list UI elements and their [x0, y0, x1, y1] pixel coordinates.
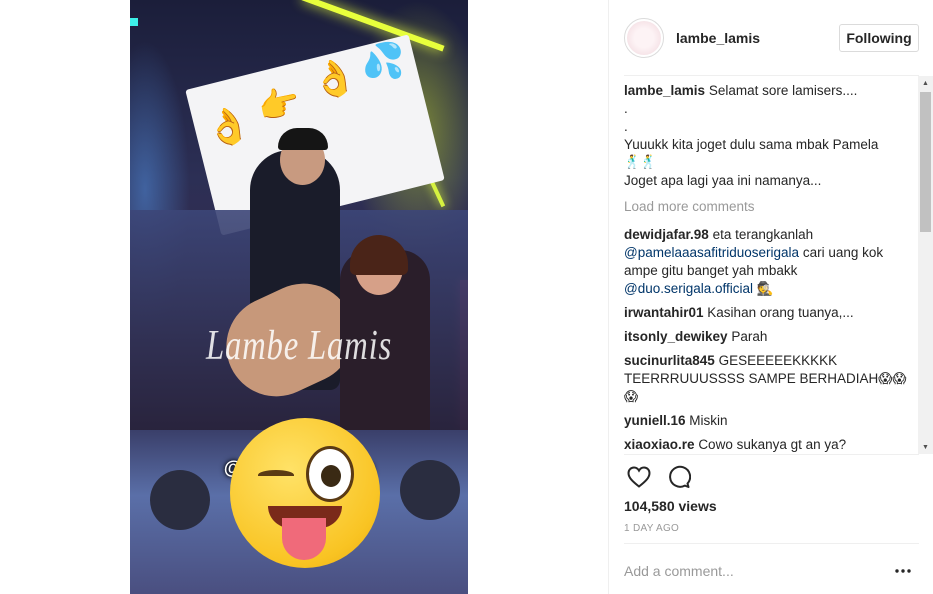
cyan-marker: [130, 18, 138, 26]
sweat-drops-emoji-icon: 💦: [362, 41, 405, 81]
comment-username[interactable]: xiaoxiao.re: [624, 437, 695, 452]
comment-icon[interactable]: [664, 462, 694, 492]
scrollbar-thumb[interactable]: [920, 92, 931, 232]
emoji-tongue: [282, 518, 326, 560]
load-more-comments-link[interactable]: Load more comments: [624, 198, 919, 216]
caption: lambe_lamis Selamat sore lamisers.... . …: [624, 82, 919, 190]
comment-username[interactable]: irwantahir01: [624, 305, 704, 320]
comments-scrollbar[interactable]: ▲ ▼: [918, 76, 933, 454]
caption-line: .: [624, 119, 628, 134]
comment-username[interactable]: sucinurlita845: [624, 353, 715, 368]
caption-line: Selamat sore lamisers....: [708, 83, 858, 98]
caption-line: Joget apa lagi yaa ini namanya...: [624, 173, 822, 188]
following-button[interactable]: Following: [839, 24, 919, 52]
winking-tongue-emoji-icon: [230, 418, 380, 568]
pointing-hand-emoji-icon: 👉: [254, 81, 305, 129]
list-item: sucinurlita845 GESEEEEEKKKKK TEERRRUUUSS…: [624, 352, 919, 406]
caption-line: Yuuukk kita joget dulu sama mbak Pamela: [624, 137, 879, 152]
list-item: yuniell.16 Miskin: [624, 412, 919, 430]
ok-hand-emoji-icon: 👌: [202, 103, 254, 152]
comment-username[interactable]: dewidjafar.98: [624, 227, 709, 242]
more-options-icon[interactable]: [891, 562, 915, 580]
scroll-up-arrow-icon[interactable]: ▲: [918, 76, 933, 90]
post-sidebar: lambe_lamis Following lambe_lamis Selama…: [608, 0, 933, 594]
ok-hand-emoji-icon: 👌: [308, 55, 360, 104]
divider: [624, 75, 919, 76]
add-comment-input[interactable]: [624, 562, 884, 580]
comment-text: Miskin: [689, 413, 728, 428]
scroll-down-arrow-icon[interactable]: ▼: [918, 440, 933, 454]
list-item: xiaoxiao.re Cowo sukanya gt an ya?: [624, 436, 919, 454]
avatar-logo: [627, 21, 661, 55]
emoji-eye-open: [306, 446, 354, 502]
comment-text: eta terangkanlah: [712, 227, 814, 242]
watermark: Lambe Lamis: [205, 323, 393, 369]
mention-link[interactable]: @duo.serigala.official: [624, 281, 753, 296]
view-count[interactable]: 104,580 views: [624, 498, 717, 514]
list-item: itsonly_dewikey Parah: [624, 328, 919, 346]
detective-emoji-icon: 🕵: [753, 281, 774, 296]
action-bar: [624, 462, 704, 492]
list-item: irwantahir01 Kasihan orang tuanya,...: [624, 304, 919, 322]
comment-username[interactable]: yuniell.16: [624, 413, 686, 428]
post-timestamp[interactable]: 1 DAY AGO: [624, 523, 679, 534]
heart-icon[interactable]: [624, 462, 654, 492]
post-header: lambe_lamis Following: [624, 17, 919, 59]
divider: [624, 454, 919, 455]
video-player[interactable]: 👌 👉 👌 💦 Lambe Lamis @m n @pamela erigala: [130, 0, 468, 594]
dancers-emoji-icon: 🕺🕺: [624, 155, 657, 170]
avatar[interactable]: [624, 18, 664, 58]
comment-text: Cowo sukanya gt an ya?: [698, 437, 847, 452]
list-item: dewidjafar.98 eta terangkanlah @pamelaaa…: [624, 226, 919, 298]
media-pane: 👌 👉 👌 💦 Lambe Lamis @m n @pamela erigala: [0, 0, 608, 594]
performer-male-cap: [278, 128, 328, 150]
caption-username[interactable]: lambe_lamis: [624, 83, 705, 98]
mention-link[interactable]: @pamelaaasafitriduoserigala: [624, 245, 799, 260]
emoji-pupil: [321, 465, 341, 487]
comment-username[interactable]: itsonly_dewikey: [624, 329, 728, 344]
comments-list[interactable]: lambe_lamis Selamat sore lamisers.... . …: [624, 82, 919, 454]
emoji-eye-closed: [258, 470, 294, 480]
header-username[interactable]: lambe_lamis: [676, 30, 839, 46]
comment-text: Parah: [731, 329, 768, 344]
divider: [624, 543, 919, 544]
comment-text: Kasihan orang tuanya,...: [707, 305, 854, 320]
caption-line: .: [624, 101, 628, 116]
